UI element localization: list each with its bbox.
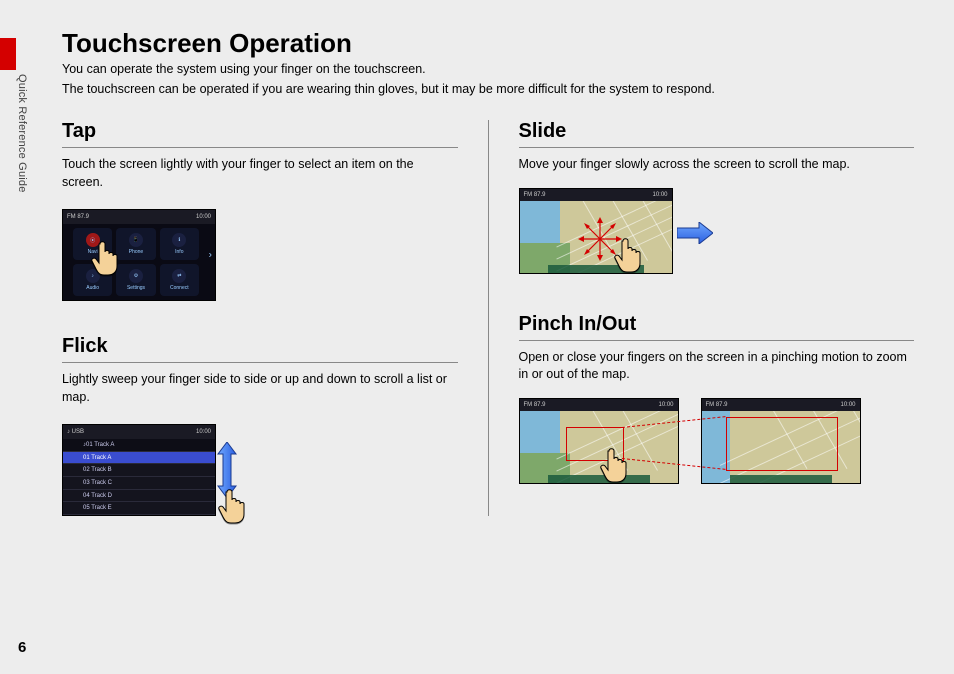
zoom-frame-icon: [726, 417, 838, 471]
menu-icon-connect: ⇄Connect: [160, 264, 199, 296]
hand-pinch-icon: [600, 443, 634, 483]
page-title: Touchscreen Operation: [62, 28, 914, 59]
hand-tap-icon: [91, 236, 125, 276]
radio-label: FM 87.9: [524, 402, 546, 408]
divider: [62, 362, 458, 363]
tap-heading: Tap: [62, 120, 458, 143]
list-item: 05 Track E: [63, 502, 215, 515]
divider: [62, 147, 458, 148]
page-number: 6: [18, 639, 26, 656]
clock: 10:00: [652, 192, 667, 198]
tap-body: Touch the screen lightly with your finge…: [62, 156, 458, 191]
slide-body: Move your finger slowly across the scree…: [519, 156, 915, 174]
hand-slide-icon: [614, 233, 648, 273]
source-label: ♪ USB: [67, 429, 84, 435]
radio-label: FM 87.9: [67, 214, 89, 220]
pinch-illustration: FM 87.9 10:00: [519, 398, 879, 488]
menu-icon-info: ℹInfo: [160, 228, 199, 260]
clock: 10:00: [658, 402, 673, 408]
list-item: 03 Track C: [63, 477, 215, 490]
flick-body: Lightly sweep your finger side to side o…: [62, 371, 458, 406]
pinch-heading: Pinch In/Out: [519, 313, 915, 336]
divider: [519, 147, 915, 148]
list-item: 04 Track D: [63, 490, 215, 503]
list-header: ♪ 01 Track A: [63, 439, 215, 452]
side-label: Quick Reference Guide: [16, 74, 28, 193]
clock: 10:00: [840, 402, 855, 408]
section-tab: [0, 38, 16, 70]
chevron-right-icon: ›: [209, 250, 212, 261]
divider: [519, 340, 915, 341]
clock: 10:00: [196, 429, 211, 435]
flick-illustration: ♪ USB 10:00 ♪ 01 Track A 01 Track A 02 T…: [62, 424, 276, 516]
slide-illustration: FM 87.9 10:00: [519, 188, 703, 274]
list-item: 02 Track B: [63, 464, 215, 477]
right-arrow-icon: [677, 222, 713, 244]
list-item: 01 Track A: [63, 452, 215, 465]
clock: 10:00: [196, 214, 211, 220]
tap-illustration: FM 87.9 10:00 ⦿Navi 📱Phone ℹInfo ♪Audio …: [62, 209, 216, 301]
hand-flick-icon: [218, 484, 252, 524]
intro-line-1: You can operate the system using your fi…: [62, 61, 914, 79]
radio-label: FM 87.9: [706, 402, 728, 408]
slide-heading: Slide: [519, 120, 915, 143]
radio-label: FM 87.9: [524, 192, 546, 198]
pinch-body: Open or close your fingers on the screen…: [519, 349, 915, 384]
flick-heading: Flick: [62, 335, 458, 358]
intro-line-2: The touchscreen can be operated if you a…: [62, 81, 914, 99]
